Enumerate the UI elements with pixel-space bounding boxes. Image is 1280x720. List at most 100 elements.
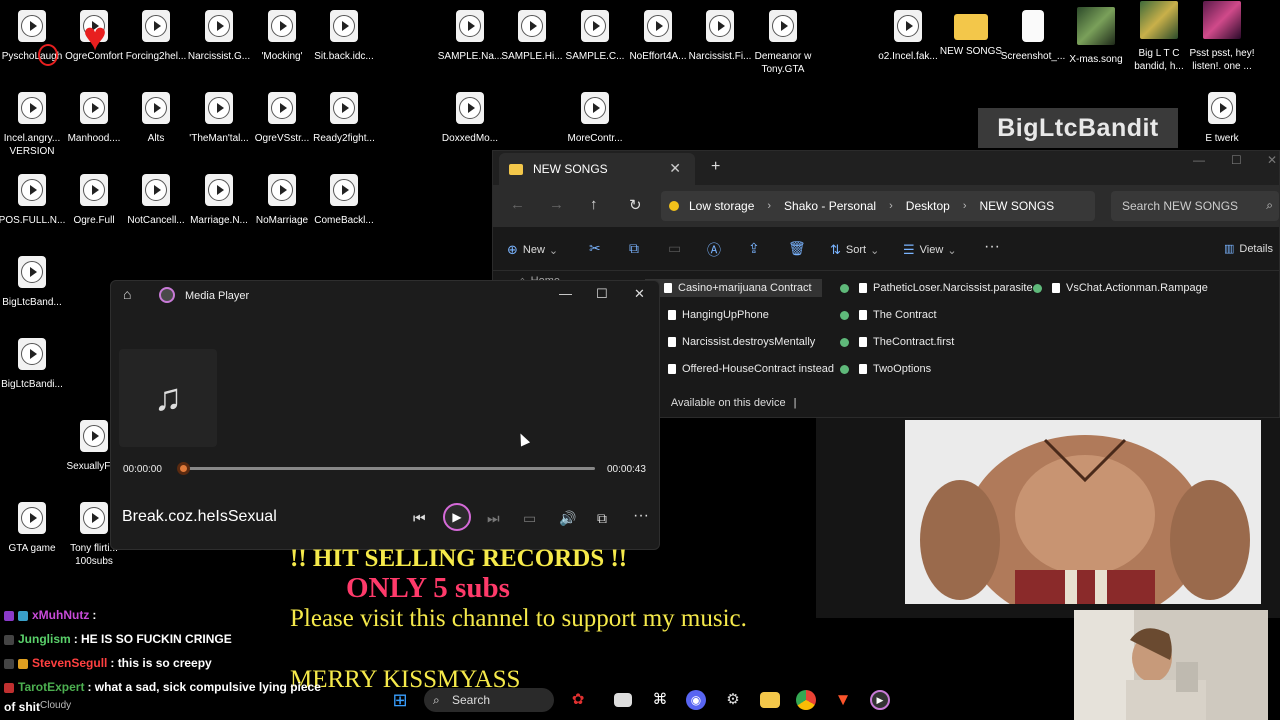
- captions-icon[interactable]: ▭: [523, 510, 536, 527]
- delete-icon[interactable]: 🗑: [788, 240, 806, 257]
- file-item[interactable]: TheContract.first: [840, 336, 954, 348]
- maximize-icon[interactable]: ☐: [596, 286, 608, 302]
- holiday-widget-icon[interactable]: ✿: [568, 690, 588, 710]
- up-icon[interactable]: ↑: [590, 196, 598, 213]
- cut-icon[interactable]: ✂: [589, 240, 601, 257]
- desktop-icon[interactable]: Ogre.Full: [62, 174, 126, 227]
- task-view-icon[interactable]: [614, 693, 632, 707]
- desktop-icon[interactable]: POS.FULL.N...: [0, 174, 65, 227]
- desktop-icon[interactable]: Narcissist.G...: [187, 10, 251, 63]
- seek-handle[interactable]: [177, 462, 190, 475]
- plus-circle-icon: ⊕: [507, 242, 518, 257]
- more-options-icon[interactable]: ···: [633, 507, 649, 525]
- home-icon[interactable]: ⌂: [123, 286, 131, 302]
- desktop-icon[interactable]: Ready2fight...: [312, 92, 376, 145]
- desktop-icon[interactable]: Forcing2hel...: [124, 10, 188, 63]
- taskbar-search[interactable]: ⌕ Search: [424, 688, 554, 712]
- desktop-icon[interactable]: Marriage.N...: [187, 174, 251, 227]
- play-button[interactable]: ▶: [443, 503, 471, 531]
- close-tab-icon[interactable]: ✕: [669, 160, 681, 177]
- more-icon[interactable]: ···: [984, 238, 1000, 256]
- desktop-icon[interactable]: E twerk: [1190, 92, 1254, 145]
- desktop-icon[interactable]: Manhood....: [62, 92, 126, 145]
- breadcrumb-item[interactable]: Low storage: [689, 199, 754, 213]
- desktop-icon[interactable]: GTA game: [0, 502, 64, 555]
- volume-icon[interactable]: 🔊: [559, 510, 576, 527]
- breadcrumb-item[interactable]: Desktop: [906, 199, 950, 213]
- desktop-icon[interactable]: X-mas.song: [1064, 7, 1128, 66]
- desktop-icon[interactable]: NotCancell...: [124, 174, 188, 227]
- previous-icon[interactable]: ⏮: [413, 510, 426, 527]
- explorer-tab[interactable]: NEW SONGS ✕: [499, 153, 695, 185]
- desktop-icon[interactable]: Narcissist.Fi...: [688, 10, 752, 63]
- breadcrumb-item[interactable]: Shako - Personal: [784, 199, 876, 213]
- desktop-icon[interactable]: 'TheMan'tal...: [187, 92, 251, 145]
- settings-icon[interactable]: ⚙: [723, 690, 743, 710]
- close-window-icon[interactable]: ✕: [1267, 153, 1277, 167]
- minimize-icon[interactable]: —: [559, 286, 572, 301]
- desktop-icon[interactable]: SAMPLE.C...: [563, 10, 627, 63]
- view-button[interactable]: ☰ View ⌄: [903, 242, 957, 258]
- rename-icon[interactable]: Ⓐ: [707, 240, 721, 260]
- breadcrumb-item[interactable]: NEW SONGS: [979, 199, 1054, 213]
- seek-bar[interactable]: [183, 467, 595, 470]
- copy-icon[interactable]: ⧉: [629, 240, 639, 257]
- file-item[interactable]: Narcissist.destroysMentally: [668, 336, 815, 348]
- paste-icon[interactable]: ▭: [668, 240, 681, 257]
- sort-button[interactable]: ⇅ Sort ⌄: [830, 242, 879, 258]
- desktop-icon[interactable]: OgreVSstr...: [250, 92, 314, 145]
- desktop-icon[interactable]: Big L T C bandid, h...: [1127, 1, 1191, 73]
- file-icon: [1052, 283, 1060, 293]
- file-item[interactable]: PatheticLoser.Narcissist.parasite: [840, 282, 1033, 294]
- desktop-icon[interactable]: 'Mocking': [250, 10, 314, 63]
- breadcrumb[interactable]: Low storage › Shako - Personal › Desktop…: [661, 191, 1095, 221]
- desktop-icon[interactable]: NoMarriage: [250, 174, 314, 227]
- file-explorer-icon[interactable]: [760, 692, 780, 708]
- chevron-down-icon: ⌄: [947, 244, 957, 257]
- weather-widget[interactable]: Cloudy: [40, 700, 71, 711]
- file-item[interactable]: Casino+marijuana Contract: [645, 279, 822, 297]
- refresh-icon[interactable]: ↻: [629, 196, 642, 214]
- desktop-icon[interactable]: Demeanor w Tony.GTA: [751, 10, 815, 76]
- maximize-icon[interactable]: ☐: [1231, 153, 1242, 167]
- new-button[interactable]: ⊕ New ⌄: [507, 242, 558, 258]
- brave-icon[interactable]: ▼: [833, 690, 853, 710]
- new-tab-icon[interactable]: +: [711, 158, 720, 176]
- close-icon[interactable]: ✕: [634, 286, 645, 302]
- desktop-icon[interactable]: o2.Incel.fak...: [876, 10, 940, 63]
- forward-icon[interactable]: →: [549, 196, 564, 213]
- desktop-folder[interactable]: NEW SONGS: [939, 10, 1003, 58]
- back-icon[interactable]: ←: [510, 196, 525, 213]
- heart-icon: ♥: [83, 15, 107, 59]
- desktop-icon[interactable]: MoreContr...: [563, 92, 627, 145]
- file-item[interactable]: Offered-HouseContract instead: [668, 363, 834, 375]
- desktop-icon[interactable]: Screenshot_...: [1001, 10, 1065, 63]
- chrome-icon[interactable]: [796, 690, 816, 710]
- windows-start-icon[interactable]: ⊞: [390, 690, 410, 710]
- next-icon[interactable]: ⏭: [487, 510, 500, 527]
- desktop-icon[interactable]: ComeBackl...: [312, 174, 376, 227]
- mini-player-icon[interactable]: ⧉: [597, 510, 607, 527]
- file-item[interactable]: HangingUpPhone: [668, 309, 769, 321]
- details-button[interactable]: ▥ Details: [1224, 242, 1273, 255]
- overlay-subs-text: ONLY 5 subs: [346, 572, 510, 604]
- desktop-icon[interactable]: Sit.back.idc...: [312, 10, 376, 63]
- desktop-icon[interactable]: BigLtcBandi...: [0, 338, 64, 391]
- app-icon[interactable]: ⌘: [650, 690, 670, 710]
- desktop-icon[interactable]: NoEffort4A...: [626, 10, 690, 63]
- file-item[interactable]: VsChat.Actionman.Rampage: [1033, 282, 1208, 294]
- desktop-icon[interactable]: BigLtcBand...: [0, 256, 64, 309]
- desktop-icon[interactable]: SAMPLE.Na...: [438, 10, 502, 63]
- desktop-icon[interactable]: DoxxedMo...: [438, 92, 502, 145]
- desktop-icon[interactable]: Alts: [124, 92, 188, 145]
- desktop-icon[interactable]: Psst psst, hey! listen!. one ...: [1189, 1, 1255, 73]
- file-item[interactable]: TwoOptions: [840, 363, 931, 375]
- desktop-icon[interactable]: SAMPLE.Hi...: [500, 10, 564, 63]
- desktop-icon[interactable]: Incel.angry... VERSION: [0, 92, 64, 158]
- minimize-icon[interactable]: —: [1193, 153, 1205, 167]
- discord-icon[interactable]: ◉: [686, 690, 706, 710]
- search-input[interactable]: Search NEW SONGS ⌕: [1111, 191, 1279, 221]
- media-player-icon[interactable]: ▶: [870, 690, 890, 710]
- share-icon[interactable]: ⇪: [748, 240, 760, 257]
- file-item[interactable]: The Contract: [840, 309, 937, 321]
